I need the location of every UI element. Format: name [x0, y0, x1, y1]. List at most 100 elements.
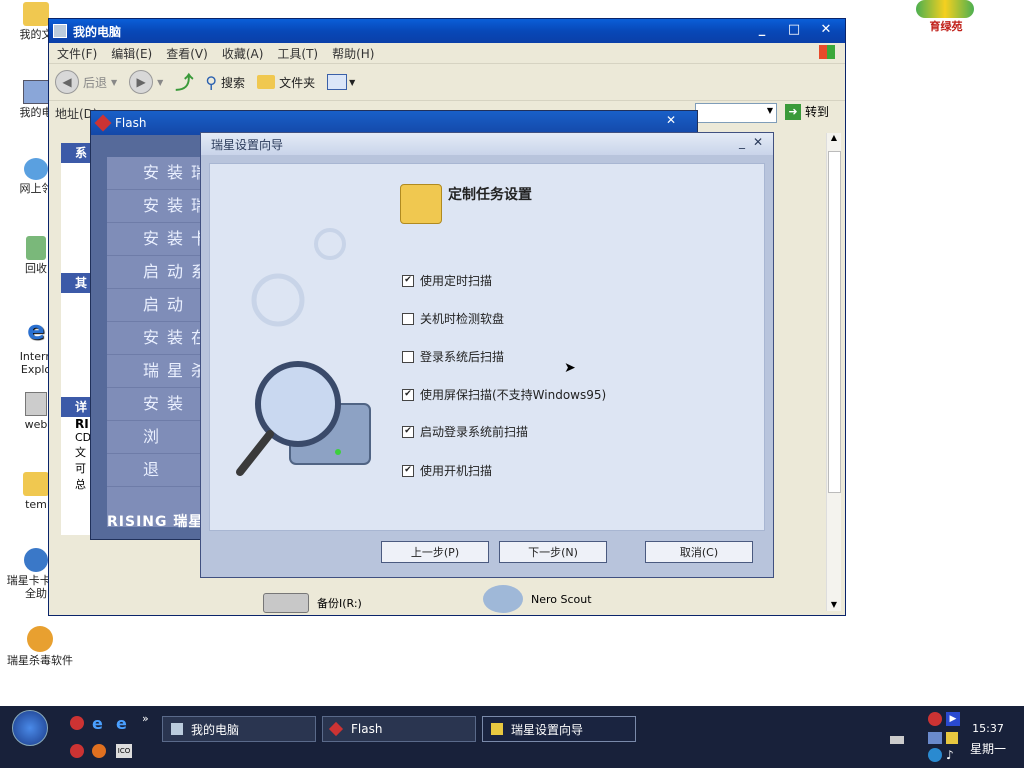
- close-button[interactable]: ✕: [753, 135, 763, 149]
- quicklaunch-app-icon[interactable]: [70, 744, 84, 758]
- chevron-down-icon: ▼: [111, 77, 118, 87]
- taskbar-item-my-computer[interactable]: 我的电脑: [162, 716, 316, 742]
- search-icon: ⚲: [205, 72, 218, 92]
- quicklaunch-ico-icon[interactable]: ICO: [116, 744, 132, 758]
- mouse-cursor-icon: ➤: [564, 360, 576, 376]
- drive-item-backup[interactable]: 备份I(R:): [263, 593, 362, 613]
- go-arrow-icon: ➜: [785, 103, 801, 120]
- nero-scout-icon: [483, 585, 523, 613]
- computer-icon: [23, 80, 49, 104]
- close-button[interactable]: ✕: [651, 113, 691, 131]
- checkbox[interactable]: ✔: [402, 274, 414, 287]
- up-button[interactable]: ⤴: [175, 69, 193, 95]
- setup-wizard-dialog[interactable]: 瑞星设置向导 _ ✕ 定制任务设置 ✔ 使用定时扫描 关机时检测软盘 登录系统后…: [200, 132, 774, 578]
- computer-icon: [53, 24, 67, 38]
- option-boot-scan[interactable]: ✔ 使用开机扫描: [402, 462, 492, 479]
- prev-button[interactable]: 上一步(P): [381, 541, 489, 563]
- computer-icon: [171, 723, 183, 735]
- tray-network-icon[interactable]: [928, 732, 942, 744]
- address-dropdown[interactable]: ▼: [695, 103, 777, 123]
- forward-arrow-icon: ▶: [129, 70, 154, 94]
- scroll-thumb[interactable]: [828, 151, 841, 493]
- quicklaunch-expand-icon[interactable]: »: [142, 712, 149, 725]
- back-button[interactable]: ◀ 后退 ▼: [55, 70, 117, 94]
- quicklaunch-ie-icon[interactable]: e: [92, 714, 103, 733]
- maximize-button[interactable]: □: [779, 19, 809, 39]
- rising-kaka-icon: [24, 548, 48, 572]
- views-button[interactable]: ▼: [327, 74, 355, 90]
- back-arrow-icon: ◀: [55, 70, 79, 94]
- up-folder-icon: ⤴: [175, 73, 194, 94]
- clock-day[interactable]: 星期一: [964, 740, 1012, 757]
- recycle-bin-icon: [26, 236, 46, 260]
- cancel-button[interactable]: 取消(C): [645, 541, 753, 563]
- option-screensaver-scan[interactable]: ✔ 使用屏保扫描(不支持Windows95): [402, 386, 606, 403]
- close-button[interactable]: ✕: [811, 19, 841, 39]
- flash-icon: [328, 721, 344, 737]
- lion-icon: [27, 626, 53, 652]
- details-line: 可: [75, 462, 86, 475]
- tray-search-icon[interactable]: [928, 748, 942, 762]
- task-pane-header-system[interactable]: 系: [61, 143, 91, 163]
- minimize-button[interactable]: _: [739, 135, 745, 149]
- option-floppy-check-shutdown[interactable]: 关机时检测软盘: [402, 310, 504, 327]
- desktop-icon-rising-antivirus[interactable]: 瑞星杀毒软件: [4, 626, 76, 667]
- checkbox[interactable]: [402, 350, 414, 363]
- menu-help[interactable]: 帮助(H): [332, 45, 374, 62]
- menu-edit[interactable]: 编辑(E): [111, 45, 152, 62]
- taskbar-item-setup-wizard[interactable]: 瑞星设置向导: [482, 716, 636, 742]
- checkbox[interactable]: ✔: [402, 464, 414, 477]
- tray-rising-icon[interactable]: [928, 712, 942, 726]
- folder-icon: [23, 2, 49, 26]
- start-button[interactable]: [12, 710, 48, 746]
- tray-volume-icon[interactable]: ♪: [946, 748, 954, 762]
- tray-play-icon[interactable]: ▶: [946, 712, 960, 726]
- next-button[interactable]: 下一步(N): [499, 541, 607, 563]
- wizard-heading: 定制任务设置: [448, 187, 532, 203]
- option-scan-before-login[interactable]: ✔ 启动登录系统前扫描: [402, 423, 528, 440]
- scroll-up-icon[interactable]: ▲: [827, 133, 841, 142]
- scroll-down-icon[interactable]: ▼: [827, 600, 841, 609]
- wizard-icon: [491, 723, 503, 735]
- details-line: 总: [75, 478, 86, 491]
- flash-icon: [94, 114, 112, 132]
- menu-favorites[interactable]: 收藏(A): [222, 45, 264, 62]
- network-icon: [24, 158, 48, 180]
- desktop-logo: 育绿苑: [916, 0, 976, 33]
- checkbox[interactable]: ✔: [402, 425, 414, 438]
- my-computer-titlebar[interactable]: 我的电脑 _ □ ✕: [49, 19, 845, 43]
- menu-view[interactable]: 查看(V): [166, 45, 208, 62]
- folder-icon: [257, 75, 276, 89]
- menu-file[interactable]: 文件(F): [57, 45, 97, 62]
- forward-button[interactable]: ▶ ▼: [129, 70, 163, 94]
- chevron-down-icon: ▼: [157, 77, 164, 87]
- option-scan-after-login[interactable]: 登录系统后扫描: [402, 348, 504, 365]
- go-button[interactable]: ➜ 转到: [785, 103, 829, 120]
- search-button[interactable]: ⚲ 搜索: [205, 73, 245, 92]
- menubar: 文件(F) 编辑(E) 查看(V) 收藏(A) 工具(T) 帮助(H): [49, 43, 845, 64]
- drive-item-nero-scout[interactable]: Nero Scout: [483, 585, 592, 613]
- quicklaunch-browser-icon[interactable]: e: [116, 714, 127, 733]
- wizard-panel: 定制任务设置 ✔ 使用定时扫描 关机时检测软盘 登录系统后扫描 ✔ 使用屏保扫描…: [209, 163, 765, 531]
- folder-clock-icon: [400, 184, 442, 224]
- minimize-button[interactable]: _: [747, 19, 777, 39]
- quicklaunch-rising-icon[interactable]: [70, 716, 84, 730]
- folders-button[interactable]: 文件夹: [257, 74, 315, 91]
- checkbox[interactable]: ✔: [402, 388, 414, 401]
- task-pane-header-other[interactable]: 其: [61, 273, 91, 293]
- clock-time[interactable]: 15:37: [968, 722, 1008, 735]
- vertical-scrollbar[interactable]: ▲ ▼: [826, 133, 841, 611]
- chevron-down-icon: ▼: [766, 106, 773, 115]
- option-scheduled-scan[interactable]: ✔ 使用定时扫描: [402, 272, 492, 289]
- keyboard-icon[interactable]: [890, 736, 904, 744]
- quicklaunch-firefox-icon[interactable]: [92, 744, 106, 758]
- taskbar-item-flash[interactable]: Flash: [322, 716, 476, 742]
- checkbox[interactable]: [402, 312, 414, 325]
- tray-security-icon[interactable]: [946, 732, 958, 744]
- task-pane: 系 其 详 RI CD 文 可 总: [61, 143, 91, 535]
- menu-tools[interactable]: 工具(T): [277, 45, 318, 62]
- task-pane-header-details[interactable]: 详: [61, 397, 91, 417]
- wizard-title: 瑞星设置向导: [211, 137, 284, 152]
- wizard-titlebar[interactable]: 瑞星设置向导 _ ✕: [201, 133, 773, 155]
- magnifier-computer-icon: [236, 228, 371, 476]
